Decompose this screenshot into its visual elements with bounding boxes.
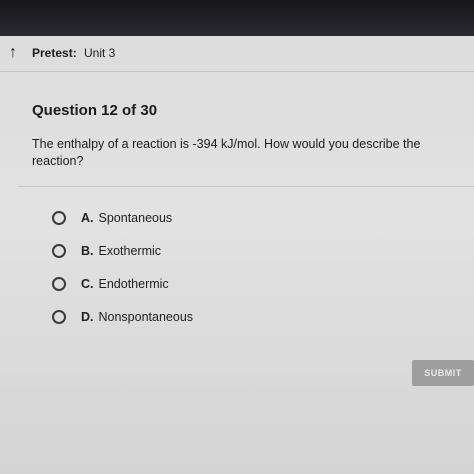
option-a[interactable]: A. Spontaneous — [52, 208, 312, 228]
option-text: Spontaneous — [98, 211, 173, 225]
option-text: Exothermic — [98, 244, 162, 258]
pretest-label: Pretest: — [32, 46, 77, 60]
option-text: Nonspontaneous — [98, 310, 194, 324]
back-arrow-icon[interactable]: ↑ — [4, 44, 22, 62]
option-d[interactable]: D. Nonspontaneous — [52, 307, 312, 327]
option-letter: B. — [81, 244, 94, 258]
radio-button[interactable] — [52, 244, 66, 258]
quiz-header: ↑ Pretest: Unit 3 — [0, 36, 474, 72]
divider — [18, 186, 474, 187]
browser-top-bar — [0, 0, 474, 40]
radio-button[interactable] — [52, 211, 66, 225]
option-letter: D. — [81, 310, 94, 324]
submit-button[interactable]: SUBMIT — [412, 360, 474, 386]
option-letter: A. — [81, 211, 94, 225]
question-number: Question 12 of 30 — [32, 102, 158, 119]
option-c[interactable]: C. Endothermic — [52, 274, 312, 294]
unit-label: Unit 3 — [84, 46, 116, 60]
option-b[interactable]: B. Exothermic — [52, 241, 312, 261]
radio-button[interactable] — [52, 310, 66, 324]
quiz-screen: ↑ Pretest: Unit 3 Question 12 of 30 The … — [0, 36, 474, 474]
option-text: Endothermic — [98, 277, 169, 291]
option-letter: C. — [81, 277, 94, 291]
question-text: The enthalpy of a reaction is -394 kJ/mo… — [32, 137, 421, 168]
radio-button[interactable] — [52, 277, 66, 291]
